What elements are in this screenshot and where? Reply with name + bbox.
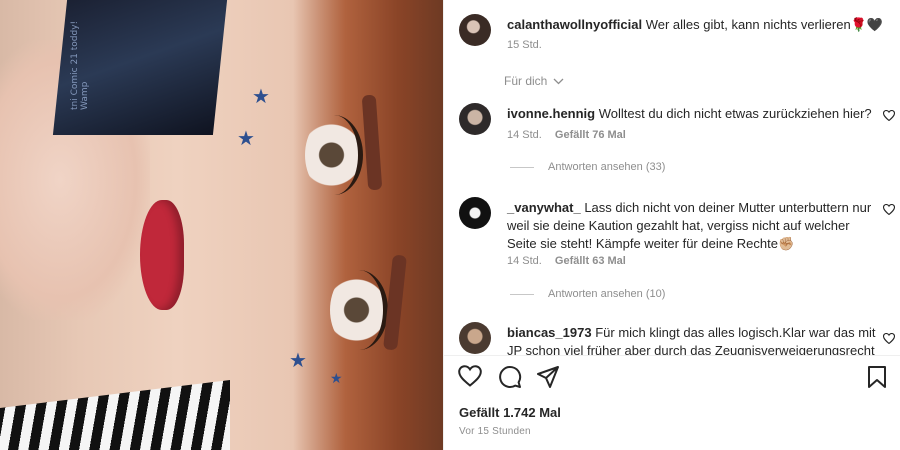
paper-plane-icon <box>536 366 560 393</box>
comment-sort-label: Für dich <box>504 74 548 88</box>
media-star-tattoo: ★ <box>237 128 255 150</box>
like-button[interactable] <box>458 365 484 391</box>
comment-icon <box>498 366 522 393</box>
caption-body: calanthawollnyofficial Wer alles gibt, k… <box>507 16 887 34</box>
chevron-down-icon <box>553 77 564 88</box>
media-striped-shirt <box>0 380 230 450</box>
avatar[interactable] <box>459 14 491 46</box>
post-action-bar <box>458 365 888 393</box>
comment-likes[interactable]: Gefällt 63 Mal <box>555 255 626 267</box>
avatar[interactable] <box>459 197 491 229</box>
comment-meta: 14 Std. Gefällt 76 Mal <box>507 129 626 141</box>
caption-username[interactable]: calanthawollnyofficial <box>507 17 642 32</box>
media-eye <box>305 115 363 195</box>
share-button[interactable] <box>536 365 562 391</box>
view-replies-label: Antworten ansehen (10) <box>548 288 666 300</box>
view-replies-button[interactable]: Antworten ansehen (33) <box>510 161 665 173</box>
heart-icon <box>458 365 482 391</box>
caption-time[interactable]: 15 Std. <box>507 39 542 51</box>
media-star-tattoo: ★ <box>330 370 343 386</box>
comment-text: Wolltest du dich nicht etwas zurückziehe… <box>598 106 872 121</box>
comment-time[interactable]: 14 Std. <box>507 129 542 141</box>
post-media[interactable]: tni Comic 21 toddy! Wamp ★ ★ ★ ★ <box>0 0 443 450</box>
comment-username[interactable]: biancas_1973 <box>507 325 592 340</box>
media-hair-region <box>293 0 443 450</box>
comment-button[interactable] <box>498 365 524 391</box>
likes-count[interactable]: Gefällt 1.742 Mal <box>459 405 561 420</box>
media-eye <box>330 270 388 350</box>
actions-divider <box>444 355 900 356</box>
divider-line <box>510 166 534 168</box>
caption-text: Wer alles gibt, kann nichts verlieren🌹🖤 <box>645 17 884 32</box>
view-replies-button[interactable]: Antworten ansehen (10) <box>510 288 665 300</box>
comment-username[interactable]: _vanywhat_ <box>507 200 581 215</box>
heart-icon[interactable] <box>882 332 896 347</box>
comment-likes[interactable]: Gefällt 76 Mal <box>555 129 626 141</box>
comment-meta: 14 Std. Gefällt 63 Mal <box>507 255 626 267</box>
save-button[interactable] <box>866 365 892 391</box>
media-lips <box>140 200 184 310</box>
media-star-tattoo: ★ <box>289 350 307 372</box>
avatar[interactable] <box>459 103 491 135</box>
comment-clip: biancas_1973 Für mich klingt das alles l… <box>444 318 900 355</box>
avatar[interactable] <box>459 322 491 354</box>
heart-icon[interactable] <box>882 109 896 124</box>
comment-body: _vanywhat_ Lass dich nicht von deiner Mu… <box>507 199 877 253</box>
view-replies-label: Antworten ansehen (33) <box>548 161 666 173</box>
comment-username[interactable]: ivonne.hennig <box>507 106 595 121</box>
comment-body: biancas_1973 Für mich klingt das alles l… <box>507 324 877 355</box>
comment-time[interactable]: 14 Std. <box>507 255 542 267</box>
comments-panel: calanthawollnyofficial Wer alles gibt, k… <box>443 0 900 450</box>
heart-icon[interactable] <box>882 203 896 218</box>
post-date[interactable]: Vor 15 Stunden <box>459 426 531 437</box>
bookmark-icon <box>866 366 888 393</box>
comment-sort-selector[interactable]: Für dich <box>504 74 564 88</box>
comment-body: ivonne.hennig Wolltest du dich nicht etw… <box>507 105 877 123</box>
media-screen-text: tni Comic 21 toddy! Wamp <box>70 20 90 110</box>
media-star-tattoo: ★ <box>252 86 270 108</box>
divider-line <box>510 293 534 295</box>
